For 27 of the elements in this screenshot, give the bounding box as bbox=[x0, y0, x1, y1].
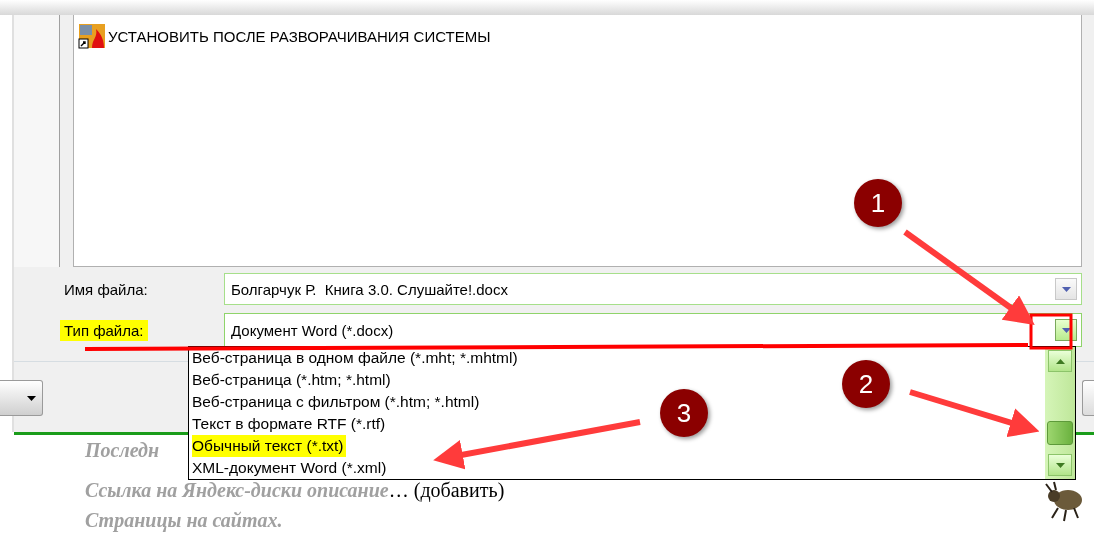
file-name-field[interactable]: Болгарчук Р. Книга 3.0. Слушайте!.docx bbox=[224, 273, 1082, 305]
caret-icon bbox=[1061, 286, 1071, 292]
field-label: Тип файла: bbox=[60, 319, 148, 341]
page-text: Ссылка на Яндекс-диски описание… (добавить) bbox=[85, 479, 505, 501]
dropdown-option[interactable]: Веб-страница в одном файле (*.mht; *.mhtml) bbox=[192, 347, 520, 369]
page-text: Страницы на сайтах. bbox=[85, 509, 283, 531]
scroll-thumb[interactable] bbox=[1047, 421, 1073, 445]
scroll-bar[interactable] bbox=[1045, 347, 1075, 479]
caret-icon bbox=[27, 395, 36, 401]
dialog-button[interactable] bbox=[1082, 380, 1094, 416]
page-text: Последн bbox=[85, 439, 160, 461]
dropdown-button[interactable] bbox=[1055, 319, 1077, 341]
dropdown-option[interactable]: Веб-страница с фильтром (*.htm; *.html) bbox=[192, 391, 482, 413]
dropdown-button[interactable] bbox=[0, 380, 43, 416]
caret-icon bbox=[1055, 358, 1065, 364]
field-label: Имя файла: bbox=[63, 279, 149, 300]
dropdown-option[interactable]: Веб-страница (*.htm; *.html) bbox=[192, 369, 393, 391]
dropdown-option[interactable]: XML-документ Word (*.xml) bbox=[192, 457, 389, 479]
dropdown-button[interactable] bbox=[1055, 278, 1077, 300]
highlight-frame bbox=[1029, 313, 1073, 350]
file-type-field[interactable]: Документ Word (*.docx) bbox=[224, 313, 1082, 347]
caret-icon bbox=[1061, 327, 1071, 333]
shortcut-icon bbox=[78, 23, 106, 49]
dropdown-option[interactable]: Обычный текст (*.txt) bbox=[192, 435, 346, 457]
dropdown-option[interactable]: Текст в формате RTF (*.rtf) bbox=[192, 413, 388, 435]
file-item[interactable]: УСТАНОВИТЬ ПОСЛЕ РАЗВОРАЧИВАНИЯ СИСТЕМЫ bbox=[108, 27, 491, 45]
caret-icon bbox=[1055, 462, 1065, 468]
